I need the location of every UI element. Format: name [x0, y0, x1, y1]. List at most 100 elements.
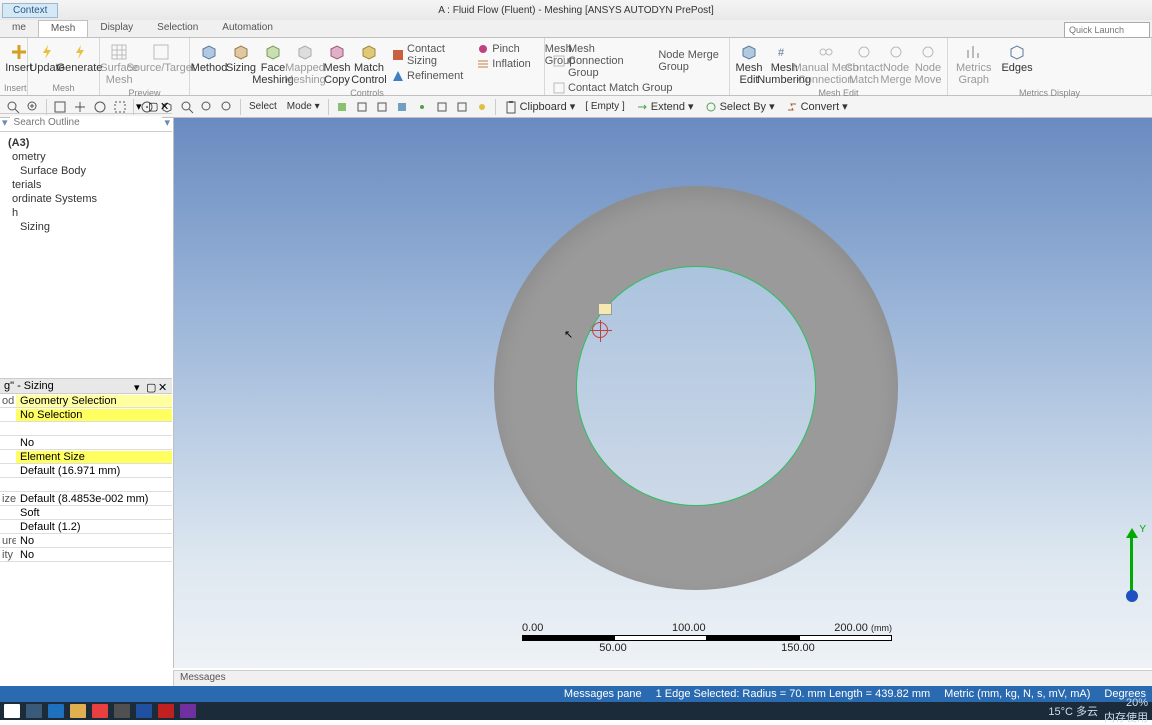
app-icon[interactable]	[114, 704, 130, 718]
method-label: Method	[191, 62, 228, 74]
next-view-button[interactable]	[218, 98, 236, 116]
look-at-button[interactable]	[178, 98, 196, 116]
tab-selection[interactable]: Selection	[145, 20, 210, 37]
select-label[interactable]: Select	[245, 101, 281, 112]
tooltip-icon	[598, 303, 612, 315]
viewport[interactable]: ↖ 0.00 100.00 200.00 (mm) 50.00 150.00 Y	[173, 118, 1152, 668]
node-merge-group-label: Node Merge Group	[658, 49, 721, 73]
match-control-button[interactable]: Match Control	[354, 40, 384, 88]
app2-icon[interactable]	[180, 704, 196, 718]
details-row-value[interactable]: Geometry Selection	[16, 395, 172, 407]
details-row[interactable]: Element Size	[0, 450, 172, 464]
tree-item-geometry[interactable]: ometry	[2, 150, 170, 164]
clipboard-dropdown[interactable]: Clipboard ▾	[500, 100, 580, 114]
maximize-icon[interactable]: ▢	[148, 100, 158, 110]
chrome-icon[interactable]	[92, 704, 108, 718]
sel-body-button[interactable]	[393, 98, 411, 116]
sel-element-button[interactable]	[433, 98, 451, 116]
details-row-value[interactable]: Default (1.2)	[16, 521, 172, 533]
details-row[interactable]: ityNo	[0, 548, 172, 562]
extend-dropdown[interactable]: Extend ▾	[631, 100, 698, 114]
tab-home[interactable]: me	[0, 20, 38, 37]
taskview-icon[interactable]	[26, 704, 42, 718]
details-row[interactable]: izeDefault (8.4853e-002 mm)	[0, 492, 172, 506]
close-icon[interactable]: ✕	[158, 381, 168, 391]
tab-automation[interactable]: Automation	[210, 20, 285, 37]
tab-mesh[interactable]: Mesh	[38, 20, 88, 37]
weather-widget[interactable]: 15°C 多云	[1048, 703, 1098, 719]
details-row-value[interactable]: No	[16, 535, 172, 547]
context-tab[interactable]: Context	[2, 3, 58, 18]
details-row[interactable]	[0, 478, 172, 492]
details-grid[interactable]: odGeometry SelectionNo Selection No Elemen…	[0, 394, 172, 562]
details-row-value[interactable]: Default (16.971 mm)	[16, 465, 172, 477]
details-row-value[interactable]: Soft	[16, 507, 172, 519]
status-messages-pane[interactable]: Messages pane	[564, 688, 642, 700]
details-row[interactable]: Default (1.2)	[0, 520, 172, 534]
details-row-value[interactable]: Default (8.4853e-002 mm)	[16, 493, 172, 505]
sel-face-button[interactable]	[373, 98, 391, 116]
details-row-value[interactable]: Element Size	[16, 451, 172, 463]
tree-root[interactable]: (A3)	[2, 136, 170, 150]
details-row[interactable]: No Selection	[0, 408, 172, 422]
details-title: g" - Sizing	[4, 380, 54, 392]
details-row-value[interactable]: No	[16, 437, 172, 449]
tree-item-sizing[interactable]: Sizing	[2, 220, 170, 234]
search-options-icon[interactable]: ▾	[162, 116, 172, 129]
details-row[interactable]: odGeometry Selection	[0, 394, 172, 408]
close-icon[interactable]: ✕	[160, 100, 170, 110]
generate-button[interactable]: Generate	[64, 40, 95, 83]
tree-item-coord-systems[interactable]: ordinate Systems	[2, 192, 170, 206]
sel-vertex-button[interactable]	[333, 98, 351, 116]
cube-icon	[231, 42, 251, 62]
mode-dropdown[interactable]: Mode ▾	[283, 101, 324, 112]
details-row[interactable]: Soft	[0, 506, 172, 520]
details-row-value[interactable]: No Selection	[16, 409, 172, 421]
sel-elem2-button[interactable]	[453, 98, 471, 116]
next-icon[interactable]: ▾	[0, 116, 10, 129]
refinement-button[interactable]: Refinement	[390, 69, 465, 83]
scale-unit: (mm)	[871, 623, 892, 633]
outline-tree[interactable]: (A3) ometry Surface Body terials ordinat…	[0, 132, 172, 238]
tab-display[interactable]: Display	[88, 20, 145, 37]
sel-edge-button[interactable]	[353, 98, 371, 116]
chevron-down-icon[interactable]: ▾	[134, 381, 144, 391]
tree-item-materials[interactable]: terials	[2, 178, 170, 192]
record-icon[interactable]	[158, 704, 174, 718]
details-row[interactable]: No	[0, 436, 172, 450]
quick-launch-input[interactable]	[1064, 22, 1150, 38]
cursor-arrow-icon: ↖	[564, 328, 573, 341]
method-button[interactable]: Method	[194, 40, 224, 88]
extend-label: Extend ▾	[651, 100, 694, 113]
details-row-value[interactable]: No	[16, 549, 172, 561]
scale-bot-0: 50.00	[599, 642, 627, 654]
chevron-down-icon[interactable]: ▾	[136, 100, 146, 110]
explorer-icon[interactable]	[70, 704, 86, 718]
messages-pane-header[interactable]: Messages	[173, 670, 1152, 686]
edges-button[interactable]: Edges	[997, 40, 1036, 88]
sel-highlight-button[interactable]	[473, 98, 491, 116]
details-row[interactable]	[0, 422, 172, 436]
outline-search-input[interactable]	[10, 116, 163, 129]
dot-icon	[886, 42, 906, 62]
inflation-button[interactable]: Inflation	[475, 57, 533, 71]
tree-item-surface-body[interactable]: Surface Body	[2, 164, 170, 178]
details-row[interactable]: Default (16.971 mm)	[0, 464, 172, 478]
sel-node-button[interactable]	[413, 98, 431, 116]
mesh-copy-button[interactable]: Mesh Copy	[322, 40, 352, 88]
maximize-icon[interactable]: ▢	[146, 381, 156, 391]
triad[interactable]: Y	[1118, 534, 1146, 608]
word-icon[interactable]	[136, 704, 152, 718]
convert-dropdown[interactable]: Convert ▾	[781, 100, 852, 114]
empty-label[interactable]: [ Empty ]	[581, 101, 628, 112]
contact-sizing-button[interactable]: Contact Sizing	[390, 42, 465, 68]
ring-inner-edge[interactable]	[576, 266, 816, 506]
prev-view-button[interactable]	[198, 98, 216, 116]
edge-icon[interactable]	[48, 704, 64, 718]
tree-item-mesh[interactable]: h	[2, 206, 170, 220]
pinch-button[interactable]: Pinch	[475, 42, 533, 56]
start-icon[interactable]	[4, 704, 20, 718]
select-by-dropdown[interactable]: Select By ▾	[700, 100, 779, 114]
taskbar[interactable]: 15°C 多云 20%内存使用	[0, 702, 1152, 720]
details-row[interactable]: ureNo	[0, 534, 172, 548]
